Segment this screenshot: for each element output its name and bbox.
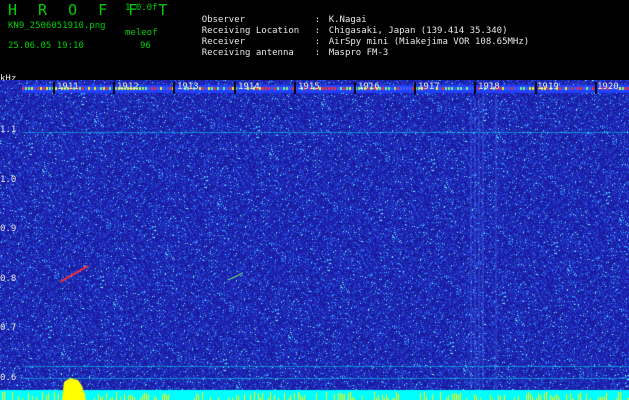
y-tick: 1.0: [0, 175, 17, 185]
spectrogram-plot: [0, 80, 629, 400]
antenna-value: Maspro FM-3: [328, 48, 389, 58]
datetime-label: 25.06.05 19:10: [8, 41, 84, 51]
antenna-row: Receiving antenna: Maspro FM-3: [201, 48, 389, 58]
x-tick: 1917: [418, 82, 440, 92]
x-tick: 1915: [298, 82, 320, 92]
mode-value: 96: [140, 41, 151, 51]
x-tick: 1916: [358, 82, 380, 92]
x-tick: 1914: [238, 82, 260, 92]
antenna-key: Receiving antenna: [201, 48, 294, 58]
x-tick: 1920: [597, 82, 619, 92]
x-tick: 1912: [117, 82, 139, 92]
header: H R O F F T 1.0.0f KN9_2506051910.png me…: [0, 0, 629, 84]
x-tick: 1911: [57, 82, 79, 92]
version-label: 1.0.0f: [125, 3, 158, 13]
filename-label: KN9_2506051910.png: [8, 21, 106, 31]
spectrogram-canvas: [0, 80, 629, 400]
x-tick: 1918: [478, 82, 500, 92]
y-tick: 0.7: [0, 323, 17, 333]
y-tick: 1.1: [0, 125, 17, 135]
y-tick: 0.8: [0, 274, 17, 284]
y-tick: 0.9: [0, 224, 17, 234]
x-tick: 1913: [177, 82, 199, 92]
mode-label: meleof: [125, 28, 158, 38]
y-tick: 0.6: [0, 373, 17, 383]
x-tick: 1919: [537, 82, 559, 92]
